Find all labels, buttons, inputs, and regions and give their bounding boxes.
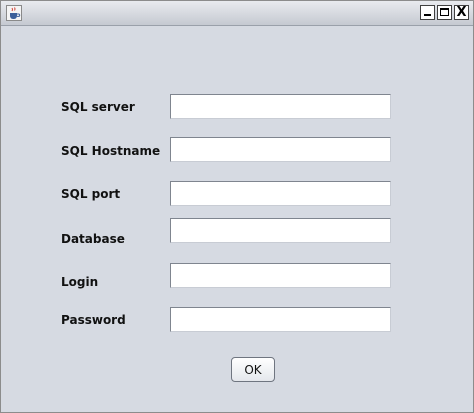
login-dialog-window: X SQL server SQL Hostname SQL port Datab…	[0, 0, 474, 413]
title-bar[interactable]: X	[1, 1, 473, 26]
password-input[interactable]	[170, 307, 391, 332]
sql-server-label: SQL server	[61, 100, 135, 114]
java-cup-icon	[6, 5, 22, 21]
maximize-button[interactable]	[437, 5, 452, 20]
sql-hostname-input[interactable]	[170, 137, 391, 162]
minimize-icon	[424, 14, 431, 16]
close-icon: X	[456, 5, 467, 20]
minimize-button[interactable]	[420, 5, 435, 20]
sql-hostname-label: SQL Hostname	[61, 144, 161, 158]
sql-port-input[interactable]	[170, 181, 391, 206]
maximize-icon	[440, 8, 449, 16]
login-input[interactable]	[170, 263, 391, 288]
password-label: Password	[61, 313, 126, 327]
window-controls: X	[420, 5, 469, 20]
database-label: Database	[61, 232, 125, 246]
sql-server-input[interactable]	[170, 94, 391, 119]
database-input[interactable]	[170, 218, 391, 243]
close-button[interactable]: X	[454, 5, 469, 20]
sql-port-label: SQL port	[61, 187, 121, 201]
ok-button[interactable]: OK	[231, 357, 275, 382]
dialog-content: SQL server SQL Hostname SQL port Databas…	[1, 26, 473, 412]
login-label: Login	[61, 275, 99, 289]
